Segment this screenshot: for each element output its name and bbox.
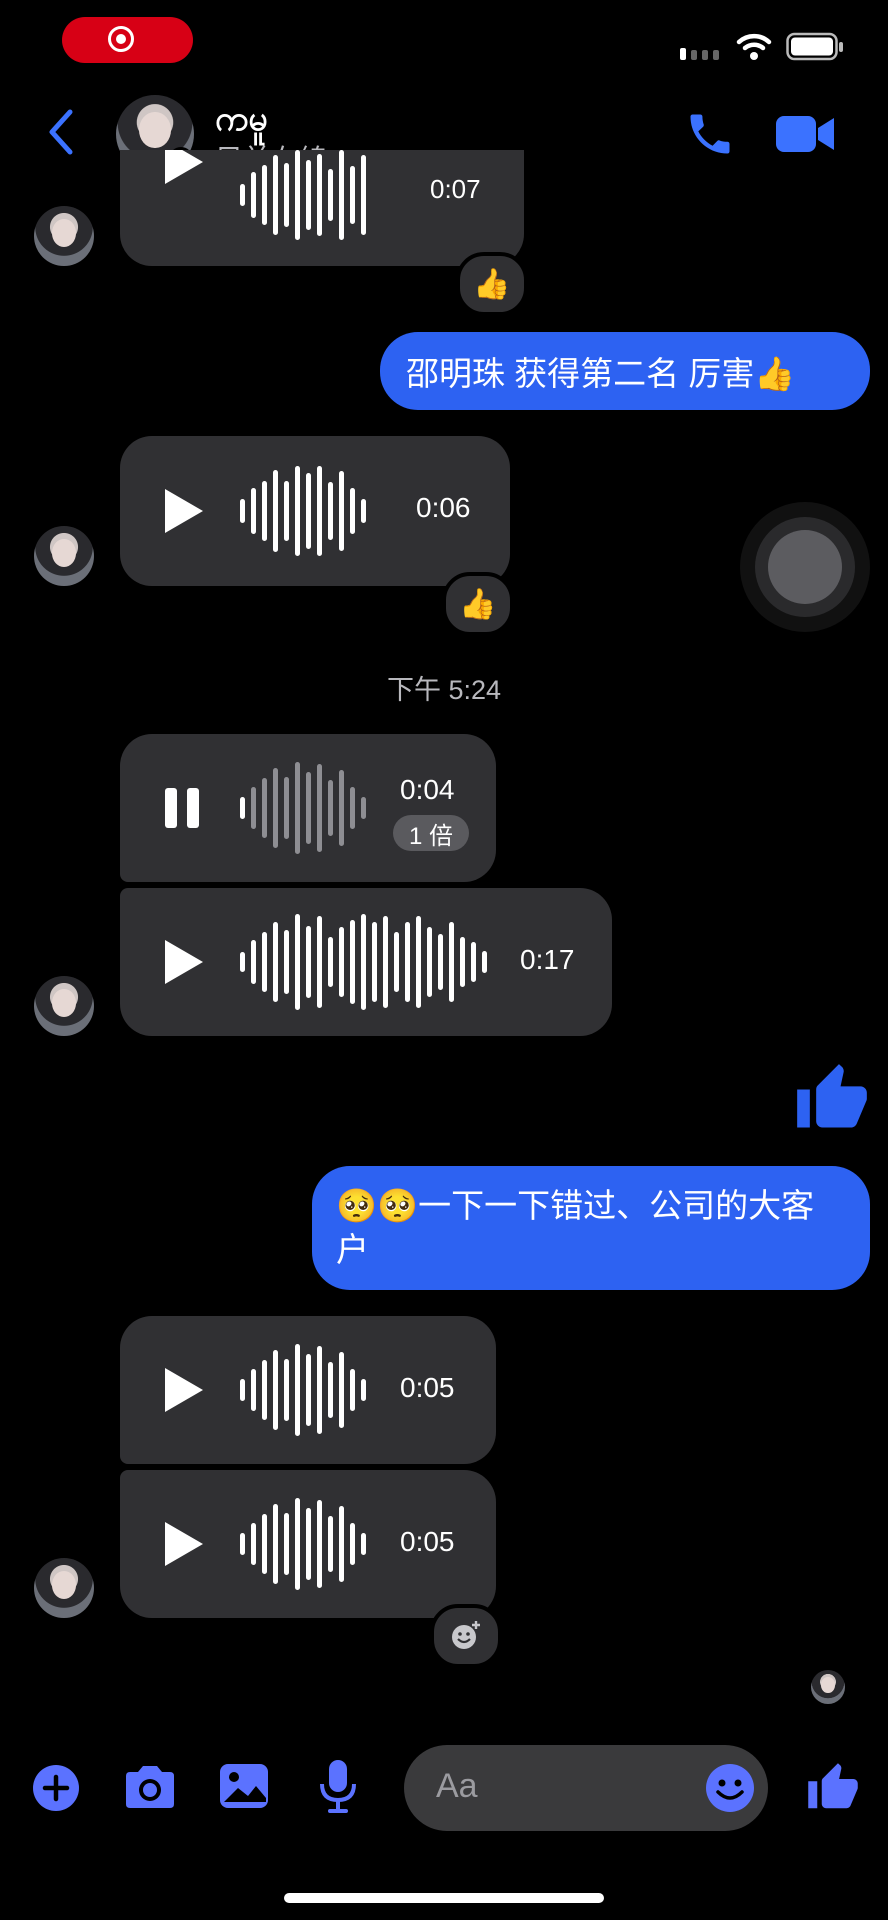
sender-avatar[interactable] [34,206,94,266]
play-icon[interactable] [165,150,203,184]
audio-waveform [240,150,366,240]
timestamp: 下午 5:24 [386,675,502,705]
audio-duration: 0:05 [400,1372,455,1403]
cellular-signal-icon [680,48,719,60]
add-reaction-button[interactable] [430,1604,502,1668]
pause-icon-left[interactable] [165,788,177,828]
audio-duration: 0:07 [430,174,481,204]
sent-text-message[interactable]: 🥺🥺一下一下错过、公司的大客户 [312,1166,870,1290]
play-icon[interactable] [165,1522,203,1566]
sender-avatar[interactable] [34,1558,94,1618]
audio-message[interactable]: 0:06 [120,436,510,586]
sent-text-message[interactable]: 邵明珠 获得第二名 厉害👍 [380,332,870,410]
audio-waveform [240,762,366,854]
back-arrow-icon[interactable] [46,108,76,156]
audio-message[interactable]: 0:07 [120,150,524,266]
audio-duration: 0:05 [400,1526,455,1557]
photo-gallery-icon[interactable] [218,1762,270,1810]
message-text: 邵明珠 获得第二名 厉害👍 [406,355,796,392]
audio-duration: 0:06 [416,492,471,523]
audio-waveform [240,914,487,1010]
pause-icon-right[interactable] [187,788,199,828]
home-indicator[interactable] [284,1893,604,1903]
message-input-placeholder: Aa [436,1767,478,1805]
sender-avatar[interactable] [34,526,94,586]
audio-message-playing[interactable]: 0:04 [120,734,496,882]
sent-like-icon[interactable] [794,1060,870,1138]
wifi-icon [736,33,772,60]
reaction-badge[interactable]: 👍 [442,572,514,636]
sender-avatar[interactable] [34,976,94,1036]
play-icon[interactable] [165,1368,203,1412]
reaction-badge[interactable]: 👍 [456,252,528,316]
playback-speed-badge[interactable]: 1 倍 [393,815,469,851]
like-button-icon[interactable] [806,1760,860,1816]
play-icon[interactable] [165,489,203,533]
audio-waveform [240,1344,366,1436]
battery-icon [786,32,843,61]
audio-waveform [240,466,366,556]
microphone-icon[interactable] [318,1758,358,1814]
record-dot [116,34,126,44]
audio-duration: 0:17 [520,944,575,975]
play-icon[interactable] [165,940,203,984]
audio-message[interactable]: 0:05 [120,1316,496,1464]
emoji-icon[interactable] [704,1762,756,1814]
phone-call-icon[interactable] [684,108,736,160]
add-reaction-icon [452,1621,480,1649]
message-text: 🥺🥺一下一下错过、公司的大客户 [336,1187,815,1268]
camera-icon[interactable] [122,1764,178,1810]
video-call-icon[interactable] [774,112,836,156]
audio-duration: 0:04 [400,774,455,805]
read-receipt-avatar [811,1670,845,1704]
audio-message[interactable]: 0:05 [120,1470,496,1618]
assistive-touch-button[interactable] [740,502,870,632]
audio-waveform [240,1498,366,1590]
plus-icon[interactable] [32,1764,80,1812]
audio-message[interactable]: 0:17 [120,888,612,1036]
